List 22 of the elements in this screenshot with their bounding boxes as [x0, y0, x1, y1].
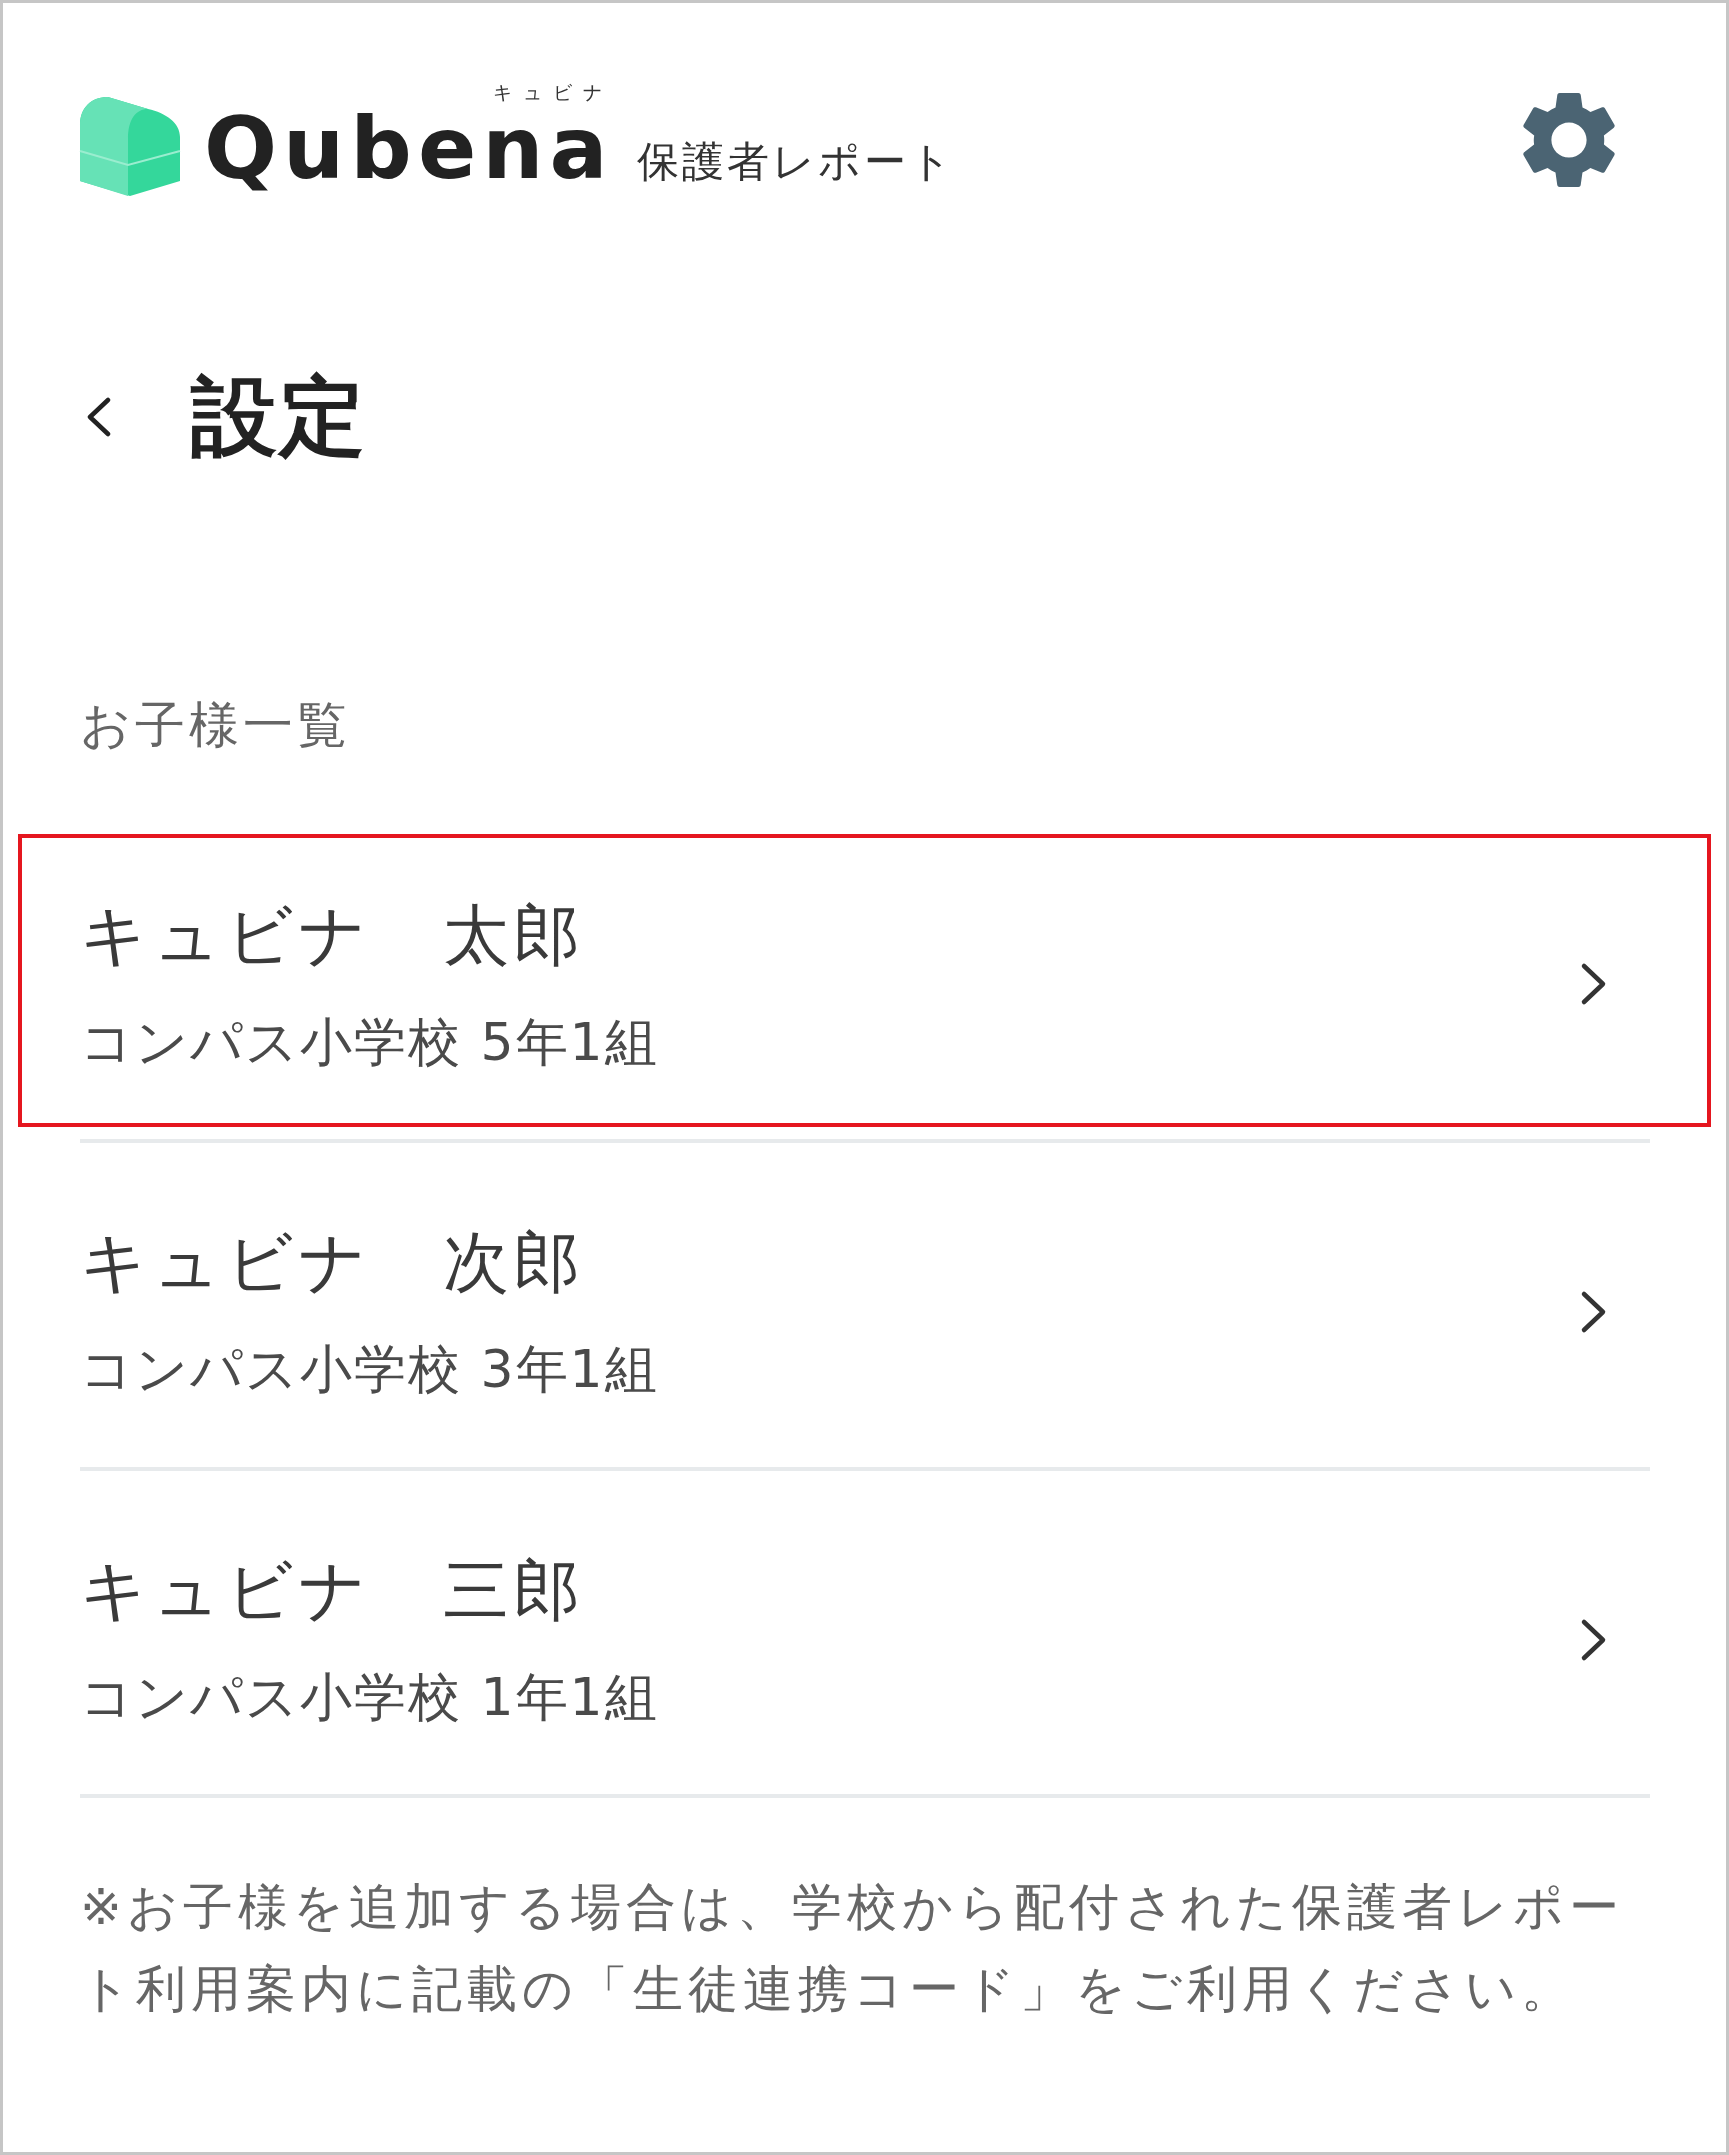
- section-heading: お子様一覧: [80, 694, 351, 755]
- app-subtitle: 保護者レポート: [637, 139, 956, 186]
- child-list-item[interactable]: キュビナ 三郎 コンパス小学校 1年1組: [18, 1488, 1711, 1783]
- settings-button[interactable]: [1523, 93, 1615, 188]
- notice-text: ※お子様を追加する場合は、学校から配付された保護者レポート利用案内に記載の「生徒連携コード」をご利用ください。: [80, 1877, 1625, 2021]
- logo-reading: キュビナ: [493, 83, 614, 102]
- logo-icon: [78, 95, 182, 198]
- child-name: キュビナ 三郎: [80, 1550, 585, 1630]
- back-button[interactable]: [85, 397, 111, 437]
- chevron-left-icon: [85, 397, 111, 437]
- settings-icon: [1523, 93, 1615, 188]
- child-class-info: コンパス小学校 1年1組: [80, 1665, 659, 1729]
- child-list-item[interactable]: キュビナ 次郎 コンパス小学校 3年1組: [18, 1161, 1711, 1455]
- child-name: キュビナ 太郎: [80, 895, 585, 975]
- chevron-right-icon: [1580, 1617, 1608, 1662]
- child-class-info: コンパス小学校 3年1組: [80, 1338, 659, 1401]
- chevron-right-icon: [1580, 962, 1608, 1007]
- child-class-info: コンパス小学校 5年1組: [80, 1010, 659, 1074]
- chevron-right-icon: [1580, 1289, 1608, 1334]
- page-title: 設定: [191, 365, 367, 469]
- child-list-item[interactable]: キュビナ 太郎 コンパス小学校 5年1組: [18, 833, 1711, 1128]
- child-name: キュビナ 次郎: [80, 1223, 585, 1303]
